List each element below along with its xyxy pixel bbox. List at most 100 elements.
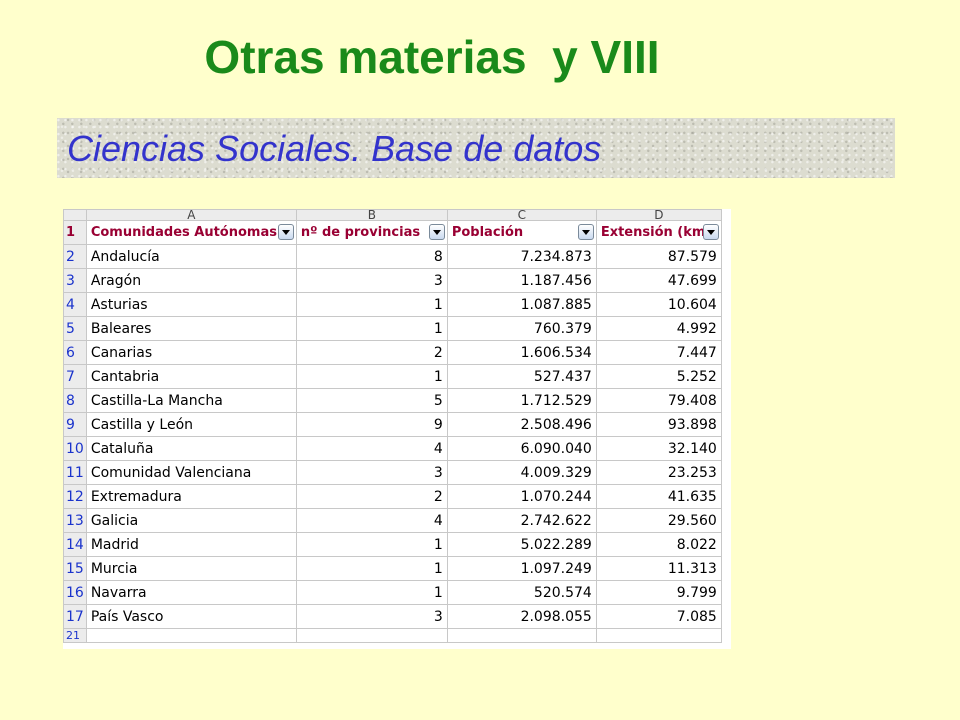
row-number: 9 [63,412,87,437]
row-number: 1 [63,220,87,245]
cell-provincias[interactable]: 8 [295,244,448,269]
cell-comunidad[interactable]: País Vasco [85,604,297,629]
cell-extension[interactable]: 29.560 [595,508,722,533]
cell-poblacion[interactable]: 2.098.055 [446,604,597,629]
cell-extension[interactable]: 8.022 [595,532,722,557]
spreadsheet-grid: A B C D 1 Comunidades Autónomas nº de pr… [63,209,722,643]
cell-provincias[interactable]: 1 [295,292,448,317]
table-row: 12 Extremadura 2 1.070.244 41.635 [63,484,722,509]
cell-extension[interactable]: 32.140 [595,436,722,461]
header-label: Extensión (km [600,225,706,240]
row-number: 10 [63,436,87,461]
cell-comunidad[interactable]: Comunidad Valenciana [85,460,297,485]
table-cell[interactable] [295,628,448,643]
cell-provincias[interactable]: 1 [295,316,448,341]
spreadsheet-image: A B C D 1 Comunidades Autónomas nº de pr… [63,209,731,649]
cell-provincias[interactable]: 4 [295,508,448,533]
cell-comunidad[interactable]: Extremadura [85,484,297,509]
cell-provincias[interactable]: 1 [295,532,448,557]
column-letter: B [295,209,448,221]
cell-comunidad[interactable]: Baleares [85,316,297,341]
cell-extension[interactable]: 5.252 [595,364,722,389]
cell-provincias[interactable]: 5 [295,388,448,413]
cell-provincias[interactable]: 3 [295,460,448,485]
table-cell[interactable] [85,628,297,643]
table-row: 9 Castilla y León 9 2.508.496 93.898 [63,412,722,437]
filter-dropdown-icon[interactable] [577,224,594,240]
filter-dropdown-icon[interactable] [702,224,719,240]
cell-poblacion[interactable]: 2.742.622 [446,508,597,533]
cell-poblacion[interactable]: 1.712.529 [446,388,597,413]
cell-extension[interactable]: 10.604 [595,292,722,317]
cell-poblacion[interactable]: 2.508.496 [446,412,597,437]
cell-extension[interactable]: 4.992 [595,316,722,341]
data-rows: 2 Andalucía 8 7.234.873 87.579 3 Aragón 3 1.187.… [63,244,722,629]
cell-poblacion[interactable]: 1.606.534 [446,340,597,365]
cell-poblacion[interactable]: 1.070.244 [446,484,597,509]
cell-provincias[interactable]: 2 [295,484,448,509]
cell-comunidad[interactable]: Cantabria [85,364,297,389]
table-row: 21 [63,628,722,643]
cell-extension[interactable]: 7.447 [595,340,722,365]
header-row: 1 Comunidades Autónomas nº de provincias… [63,220,722,245]
cell-comunidad[interactable]: Castilla-La Mancha [85,388,297,413]
cell-provincias[interactable]: 2 [295,340,448,365]
cell-comunidad[interactable]: Canarias [85,340,297,365]
cell-poblacion[interactable]: 7.234.873 [446,244,597,269]
cell-poblacion[interactable]: 1.187.456 [446,268,597,293]
column-letter: C [446,209,597,221]
cell-comunidad[interactable]: Navarra [85,580,297,605]
cell-extension[interactable]: 79.408 [595,388,722,413]
header-cell-extension: Extensión (km [595,220,722,245]
cell-poblacion[interactable]: 1.087.885 [446,292,597,317]
cell-provincias[interactable]: 4 [295,436,448,461]
cell-comunidad[interactable]: Murcia [85,556,297,581]
cell-provincias[interactable]: 1 [295,364,448,389]
table-row: 17 País Vasco 3 2.098.055 7.085 [63,604,722,629]
cell-poblacion[interactable]: 6.090.040 [446,436,597,461]
table-cell[interactable] [446,628,597,643]
table-row: 7 Cantabria 1 527.437 5.252 [63,364,722,389]
cell-extension[interactable]: 23.253 [595,460,722,485]
cell-extension[interactable]: 9.799 [595,580,722,605]
row-number: 5 [63,316,87,341]
cell-poblacion[interactable]: 527.437 [446,364,597,389]
cell-extension[interactable]: 93.898 [595,412,722,437]
cell-comunidad[interactable]: Castilla y León [85,412,297,437]
cell-poblacion[interactable]: 4.009.329 [446,460,597,485]
cell-extension[interactable]: 47.699 [595,268,722,293]
cell-comunidad[interactable]: Galicia [85,508,297,533]
header-label: nº de provincias [300,225,421,240]
row-number: 13 [63,508,87,533]
cell-extension[interactable]: 87.579 [595,244,722,269]
header-label: Comunidades Autónomas [90,225,277,240]
cell-comunidad[interactable]: Andalucía [85,244,297,269]
cell-comunidad[interactable]: Aragón [85,268,297,293]
row-number: 12 [63,484,87,509]
filter-dropdown-icon[interactable] [277,224,294,240]
cell-comunidad[interactable]: Asturias [85,292,297,317]
row-number: 11 [63,460,87,485]
row-number: 4 [63,292,87,317]
table-row: 3 Aragón 3 1.187.456 47.699 [63,268,722,293]
cell-poblacion[interactable]: 760.379 [446,316,597,341]
row-number: 17 [63,604,87,629]
cell-provincias[interactable]: 9 [295,412,448,437]
filter-dropdown-icon[interactable] [428,224,445,240]
cell-comunidad[interactable]: Cataluña [85,436,297,461]
cell-poblacion[interactable]: 520.574 [446,580,597,605]
cell-provincias[interactable]: 3 [295,604,448,629]
table-row: 2 Andalucía 8 7.234.873 87.579 [63,244,722,269]
cell-comunidad[interactable]: Madrid [85,532,297,557]
slide-subtitle: Ciencias Sociales. Base de datos [67,128,602,169]
cell-extension[interactable]: 11.313 [595,556,722,581]
cell-provincias[interactable]: 1 [295,556,448,581]
cell-provincias[interactable]: 3 [295,268,448,293]
table-row: 16 Navarra 1 520.574 9.799 [63,580,722,605]
cell-poblacion[interactable]: 1.097.249 [446,556,597,581]
cell-extension[interactable]: 41.635 [595,484,722,509]
table-cell[interactable] [595,628,722,643]
cell-provincias[interactable]: 1 [295,580,448,605]
cell-extension[interactable]: 7.085 [595,604,722,629]
cell-poblacion[interactable]: 5.022.289 [446,532,597,557]
